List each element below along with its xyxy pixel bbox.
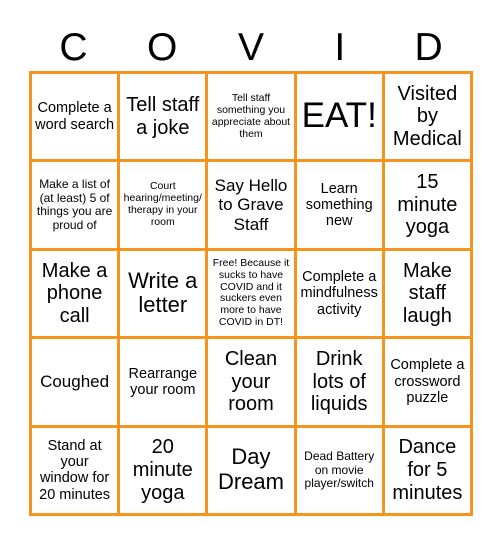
header-letter-c: C [59, 26, 88, 69]
bingo-cell-text: 20 minute yoga [132, 436, 193, 504]
bingo-cell-r4-c3[interactable]: Clean your room [208, 339, 294, 425]
bingo-cell-text: 15 minute yoga [397, 171, 458, 239]
bingo-cell-text: Tell staff something you appreciate abou… [211, 91, 291, 140]
bingo-cell-r2-c3[interactable]: Say Hello to Grave Staff [208, 162, 294, 248]
bingo-cell-text: EAT! [301, 96, 377, 136]
bingo-cell-r3-c3[interactable]: Free! Because it sucks to have COVID and… [208, 250, 294, 337]
bingo-cell-r4-c1[interactable]: Coughed [32, 339, 118, 425]
bingo-cell-r4-c2[interactable]: Rearrange your room [120, 339, 206, 425]
header-letter-v: V [237, 26, 264, 69]
bingo-cell-r5-c1[interactable]: Stand at your window for 20 minutes [32, 427, 118, 513]
bingo-cell-text: Rearrange your room [128, 365, 198, 398]
bingo-cell-r2-c1[interactable]: Make a list of (at least) 5 of things yo… [32, 162, 118, 248]
bingo-cell-r3-c5[interactable]: Make staff laugh [384, 250, 470, 337]
bingo-grid: Complete a word search Tell staff a joke T… [29, 71, 473, 516]
bingo-cell-r3-c4[interactable]: Complete a mindfulness activity [296, 250, 382, 337]
bingo-cell-text: Dance for 5 minutes [392, 436, 463, 504]
bingo-cell-r2-c5[interactable]: 15 minute yoga [384, 162, 470, 248]
bingo-cell-text: Day Dream [217, 444, 284, 495]
bingo-cell-r1-c2[interactable]: Tell staff a joke [120, 74, 206, 160]
bingo-cell-text: Drink lots of liquids [310, 348, 368, 416]
bingo-cell-r5-c3[interactable]: Day Dream [208, 427, 294, 513]
bingo-cell-text: Complete a word search [35, 100, 115, 133]
bingo-cell-text: Stand at your window for 20 minutes [39, 437, 111, 503]
bingo-cell-text: Visited by Medical [392, 82, 462, 150]
bingo-cell-r3-c2[interactable]: Write a letter [120, 250, 206, 337]
bingo-cell-text: Tell staff a joke [126, 94, 200, 139]
bingo-cell-text: Make a list of (at least) 5 of things yo… [36, 177, 113, 232]
bingo-cell-r4-c5[interactable]: Complete a crossword puzzle [384, 339, 470, 425]
header-letter-d: D [414, 26, 443, 69]
bingo-cell-r1-c5[interactable]: Visited by Medical [384, 74, 470, 160]
bingo-cell-r5-c2[interactable]: 20 minute yoga [120, 427, 206, 513]
bingo-cell-text: Clean your room [224, 348, 278, 416]
bingo-cell-r2-c2[interactable]: Court hearing/meeting/ therapy in your r… [120, 162, 206, 248]
bingo-cell-text: Complete a mindfulness activity [300, 268, 378, 318]
bingo-cell-r1-c4[interactable]: EAT! [296, 74, 382, 160]
bingo-cell-r5-c5[interactable]: Dance for 5 minutes [384, 427, 470, 513]
bingo-cell-r3-c1[interactable]: Make a phone call [32, 250, 118, 337]
bingo-cell-text: Free! Because it sucks to have COVID and… [212, 256, 290, 329]
bingo-header: C O V I D [29, 26, 473, 70]
bingo-cell-text: Say Hello to Grave Staff [214, 176, 288, 234]
bingo-cell-text: Dead Battery on movie player/switch [304, 448, 375, 491]
bingo-cell-r4-c4[interactable]: Drink lots of liquids [296, 339, 382, 425]
bingo-cell-r5-c4[interactable]: Dead Battery on movie player/switch [296, 427, 382, 513]
bingo-cell-r1-c1[interactable]: Complete a word search [32, 74, 118, 160]
bingo-cell-text: Court hearing/meeting/ therapy in your r… [123, 180, 202, 228]
header-letter-o: O [147, 26, 178, 69]
bingo-cell-text: Make a phone call [41, 259, 108, 327]
bingo-cell-r2-c4[interactable]: Learn something new [296, 162, 382, 248]
header-letter-i: I [334, 26, 346, 69]
bingo-cell-r1-c3[interactable]: Tell staff something you appreciate abou… [208, 74, 294, 160]
bingo-cell-text: Coughed [40, 372, 110, 392]
bingo-cell-text: Write a letter [128, 267, 198, 318]
bingo-cell-text: Make staff laugh [402, 259, 452, 327]
bingo-cell-text: Learn something new [305, 180, 373, 230]
bingo-cell-text: Complete a crossword puzzle [390, 357, 465, 407]
